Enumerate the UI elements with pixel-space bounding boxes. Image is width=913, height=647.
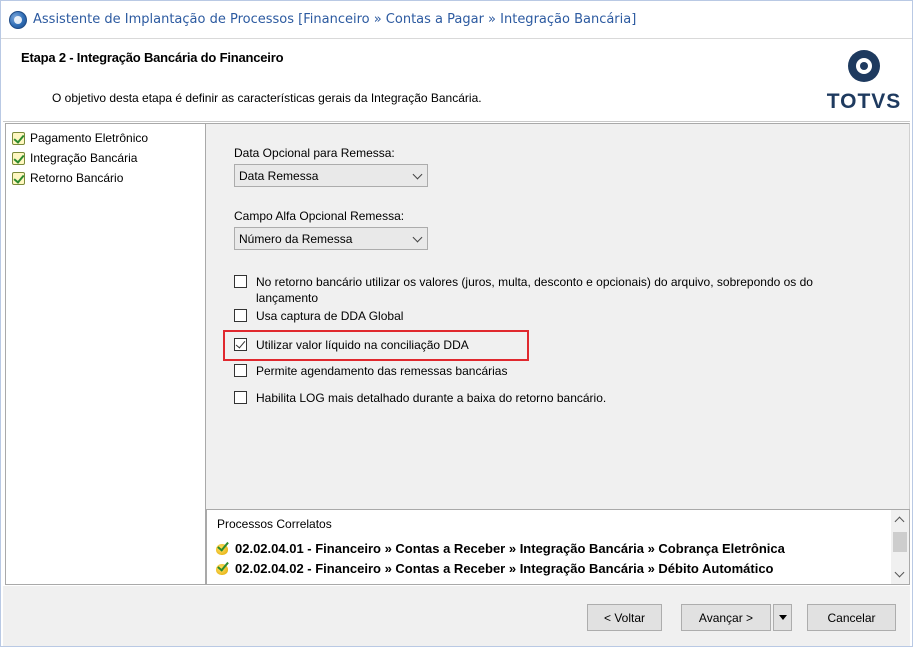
remessa-date-label: Data Opcional para Remessa: [234, 146, 395, 160]
alfa-field-value: Número da Remessa [239, 231, 353, 246]
step-description: O objetivo desta etapa é definir as cara… [52, 91, 482, 105]
chevron-down-icon [412, 169, 423, 180]
option-sobrepor-valores[interactable]: No retorno bancário utilizar os valores … [234, 274, 874, 306]
option-checkbox[interactable] [234, 275, 247, 288]
option-label: Usa captura de DDA Global [256, 309, 404, 323]
dropdown-arrow-icon [778, 615, 787, 620]
window-title: Assistente de Implantação de Processos [… [33, 12, 637, 27]
related-item[interactable]: 02.02.04.02 - Financeiro » Contas a Rece… [215, 560, 774, 576]
option-log-detalhado[interactable]: Habilita LOG mais detalhado durante a ba… [234, 390, 606, 406]
option-agendamento-remessas[interactable]: Permite agendamento das remessas bancári… [234, 363, 507, 379]
remessa-date-value: Data Remessa [239, 168, 319, 183]
next-button[interactable]: Avançar > [681, 604, 771, 631]
scroll-up-icon[interactable] [894, 516, 905, 527]
option-checkbox[interactable] [234, 391, 247, 404]
option-checkbox[interactable] [234, 338, 247, 351]
related-item[interactable]: 02.02.04.01 - Financeiro » Contas a Rece… [215, 540, 785, 556]
step-item-label: Pagamento Eletrônico [30, 131, 149, 145]
button-bar: < Voltar Avançar > Cancelar [3, 586, 910, 646]
alfa-field-select[interactable]: Número da Remessa [234, 227, 428, 250]
step-title: Etapa 2 - Integração Bancária do Finance… [21, 50, 284, 65]
totvs-logo-mark-icon [848, 50, 880, 82]
related-title: Processos Correlatos [217, 517, 332, 531]
related-item-label: 02.02.04.02 - Financeiro » Contas a Rece… [235, 560, 774, 576]
related-item-label: 02.02.04.01 - Financeiro » Contas a Rece… [235, 540, 785, 556]
totvs-logo: TOTVS [826, 48, 902, 114]
option-label: Permite agendamento das remessas bancári… [256, 364, 508, 378]
totvs-logo-text: TOTVS [826, 90, 902, 113]
title-bar: Assistente de Implantação de Processos [… [1, 1, 912, 39]
process-icon [215, 540, 231, 556]
back-button[interactable]: < Voltar [587, 604, 662, 631]
remessa-date-select[interactable]: Data Remessa [234, 164, 428, 187]
scroll-down-icon[interactable] [894, 567, 905, 578]
wizard-window: Assistente de Implantação de Processos [… [0, 0, 913, 647]
option-label: Habilita LOG mais detalhado durante a ba… [256, 391, 607, 405]
related-processes: Processos Correlatos 02.02.04.01 - Finan… [206, 509, 910, 585]
alfa-field-label: Campo Alfa Opcional Remessa: [234, 209, 405, 223]
next-dropdown-button[interactable] [773, 604, 792, 631]
step-item-pagamento-eletronico[interactable]: Pagamento Eletrônico [6, 128, 205, 148]
step-header: Etapa 2 - Integração Bancária do Finance… [3, 40, 910, 122]
option-checkbox[interactable] [234, 309, 247, 322]
checked-step-icon [12, 151, 25, 165]
process-icon [215, 560, 231, 576]
option-valor-liquido-dda[interactable]: Utilizar valor líquido na conciliação DD… [234, 337, 469, 353]
steps-list: Pagamento Eletrônico Integração Bancária… [5, 123, 206, 585]
scroll-thumb[interactable] [893, 532, 907, 552]
step-item-retorno-bancario[interactable]: Retorno Bancário [6, 168, 205, 188]
chevron-down-icon [412, 232, 423, 243]
option-dda-global[interactable]: Usa captura de DDA Global [234, 308, 403, 324]
step-item-label: Integração Bancária [30, 151, 138, 165]
step-form: Data Opcional para Remessa: Data Remessa… [206, 123, 910, 509]
step-item-integracao-bancaria[interactable]: Integração Bancária [6, 148, 205, 168]
option-label: Utilizar valor líquido na conciliação DD… [256, 338, 469, 352]
related-scrollbar[interactable] [891, 510, 909, 584]
cancel-button[interactable]: Cancelar [807, 604, 896, 631]
step-item-label: Retorno Bancário [30, 171, 124, 185]
option-checkbox[interactable] [234, 364, 247, 377]
option-label: No retorno bancário utilizar os valores … [256, 275, 813, 305]
checked-step-icon [12, 131, 25, 145]
checked-step-icon [12, 171, 25, 185]
app-icon [9, 10, 27, 29]
